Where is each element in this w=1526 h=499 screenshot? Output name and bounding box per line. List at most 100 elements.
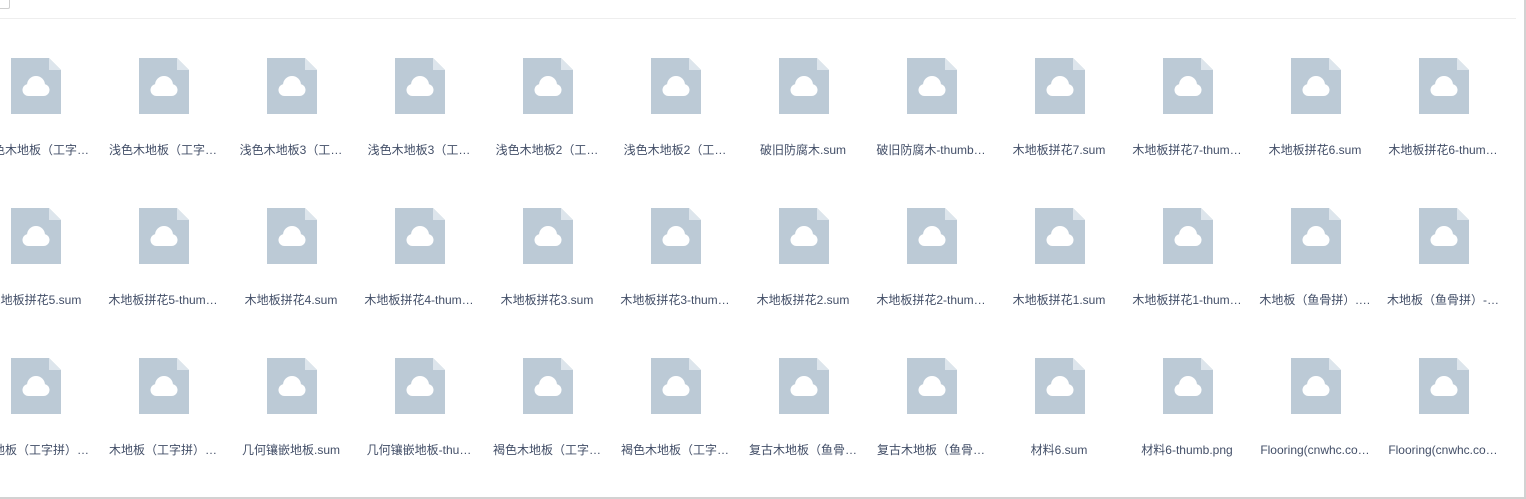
file-name-label: 木地板拼花7-thum…	[1132, 143, 1242, 157]
cloud-file-icon	[139, 208, 189, 264]
file-name-label: 材料6-thumb.png	[1141, 443, 1233, 457]
file-item[interactable]: 木地板拼花4-thum…	[355, 200, 483, 316]
file-name-label: 木地板拼花4.sum	[244, 293, 338, 307]
file-name-label: Flooring(cnwhc.co…	[1388, 443, 1498, 457]
cloud-file-icon	[779, 208, 829, 264]
cloud-file-icon	[11, 208, 61, 264]
file-name-label: 木地板拼花1.sum	[1012, 293, 1106, 307]
cloud-file-icon	[1419, 358, 1469, 414]
file-item[interactable]: 材料6-thumb.png	[1123, 350, 1251, 466]
file-name-label: 木地板拼花5.sum	[0, 293, 82, 307]
file-name-label: 木地板拼花6-thum…	[1388, 143, 1498, 157]
file-item[interactable]: 浅色木地板3（工…	[355, 50, 483, 166]
cloud-file-icon	[1035, 358, 1085, 414]
file-item[interactable]: 木地板拼花5-thum…	[99, 200, 227, 316]
file-name-label: 木地板拼花3-thum…	[620, 293, 730, 307]
cloud-file-icon	[907, 208, 957, 264]
file-item[interactable]: 木地板拼花4.sum	[227, 200, 355, 316]
cloud-file-icon	[267, 58, 317, 114]
cloud-file-icon	[1163, 358, 1213, 414]
cloud-file-icon	[523, 208, 573, 264]
file-item[interactable]: 木地板（鱼骨拼）-…	[1379, 200, 1507, 316]
cloud-file-icon	[395, 58, 445, 114]
file-name-label: 木地板（工字拼）…	[0, 443, 89, 457]
file-name-label: 木地板拼花1-thum…	[1132, 293, 1242, 307]
file-name-label: 浅色木地板3（工…	[367, 143, 471, 157]
cloud-file-icon	[139, 358, 189, 414]
file-name-label: 木地板拼花6.sum	[1268, 143, 1362, 157]
file-name-label: 木地板拼花2.sum	[756, 293, 850, 307]
cloud-file-icon	[267, 358, 317, 414]
cloud-file-icon	[11, 358, 61, 414]
file-item[interactable]: 木地板拼花7.sum	[995, 50, 1123, 166]
file-item[interactable]: 木地板拼花6-thum…	[1379, 50, 1507, 166]
cloud-file-icon	[139, 58, 189, 114]
cloud-file-icon	[1035, 58, 1085, 114]
cloud-file-icon	[1163, 58, 1213, 114]
file-item[interactable]: 浅色木地板3（工…	[227, 50, 355, 166]
file-name-label: 复古木地板（鱼骨…	[748, 443, 857, 457]
file-name-label: 浅色木地板3（工…	[239, 143, 343, 157]
file-item[interactable]: 浅色木地板（工字…	[0, 50, 99, 166]
file-item[interactable]: 木地板拼花5.sum	[0, 200, 99, 316]
file-item[interactable]: 木地板拼花3.sum	[483, 200, 611, 316]
cloud-file-icon	[267, 208, 317, 264]
cloud-file-icon	[1419, 208, 1469, 264]
file-item[interactable]: 浅色木地板2（工…	[611, 50, 739, 166]
cloud-file-icon	[651, 58, 701, 114]
cloud-file-icon	[11, 58, 61, 114]
file-item[interactable]: 破旧防腐木-thumb…	[867, 50, 995, 166]
file-name-label: 浅色木地板2（工…	[623, 143, 727, 157]
file-name-label: 破旧防腐木.sum	[759, 143, 846, 157]
file-name-label: 浅色木地板（工字…	[0, 143, 89, 157]
file-item[interactable]: 木地板（工字拼）…	[99, 350, 227, 466]
cloud-file-icon	[1291, 358, 1341, 414]
file-grid: 浅色木地板（工字… 浅色木地板（工字… 浅色木地板3（工… 浅色木地板3（工… 浅色木地…	[0, 0, 1526, 499]
cloud-file-icon	[395, 208, 445, 264]
file-item[interactable]: 破旧防腐木.sum	[739, 50, 867, 166]
file-name-label: 木地板拼花7.sum	[1012, 143, 1106, 157]
file-item[interactable]: 木地板（鱼骨拼）.…	[1251, 200, 1379, 316]
file-item[interactable]: 几何镶嵌地板-thu…	[355, 350, 483, 466]
file-item[interactable]: 木地板拼花2.sum	[739, 200, 867, 316]
cloud-file-icon	[1291, 208, 1341, 264]
file-item[interactable]: 几何镶嵌地板.sum	[227, 350, 355, 466]
file-name-label: Flooring(cnwhc.co…	[1260, 443, 1370, 457]
file-item[interactable]: 褐色木地板（工字…	[611, 350, 739, 466]
cloud-file-icon	[907, 58, 957, 114]
cloud-file-icon	[1163, 208, 1213, 264]
file-name-label: 几何镶嵌地板-thu…	[366, 443, 472, 457]
file-name-label: 复古木地板（鱼骨…	[876, 443, 985, 457]
file-item[interactable]: 木地板拼花1.sum	[995, 200, 1123, 316]
file-item[interactable]: Flooring(cnwhc.co…	[1379, 350, 1507, 466]
file-name-label: 褐色木地板（工字…	[492, 443, 601, 457]
cloud-file-icon	[651, 208, 701, 264]
cloud-file-icon	[907, 358, 957, 414]
cloud-file-icon	[395, 358, 445, 414]
file-name-label: 木地板（工字拼）…	[108, 443, 217, 457]
file-name-label: 浅色木地板2（工…	[495, 143, 599, 157]
file-item[interactable]: 复古木地板（鱼骨…	[739, 350, 867, 466]
file-name-label: 木地板拼花2-thum…	[876, 293, 986, 307]
file-item[interactable]: 浅色木地板2（工…	[483, 50, 611, 166]
file-name-label: 木地板拼花3.sum	[500, 293, 594, 307]
file-item[interactable]: 木地板（工字拼）…	[0, 350, 99, 466]
file-item[interactable]: 木地板拼花2-thum…	[867, 200, 995, 316]
file-name-label: 几何镶嵌地板.sum	[241, 443, 340, 457]
file-item[interactable]: 木地板拼花3-thum…	[611, 200, 739, 316]
file-name-label: 破旧防腐木-thumb…	[876, 143, 986, 157]
file-item[interactable]: 褐色木地板（工字…	[483, 350, 611, 466]
cloud-file-icon	[1291, 58, 1341, 114]
cloud-file-icon	[779, 58, 829, 114]
file-item[interactable]: Flooring(cnwhc.co…	[1251, 350, 1379, 466]
file-item[interactable]: 木地板拼花6.sum	[1251, 50, 1379, 166]
file-item[interactable]: 木地板拼花1-thum…	[1123, 200, 1251, 316]
file-item[interactable]: 浅色木地板（工字…	[99, 50, 227, 166]
file-item[interactable]: 复古木地板（鱼骨…	[867, 350, 995, 466]
file-item[interactable]: 木地板拼花7-thum…	[1123, 50, 1251, 166]
file-name-label: 材料6.sum	[1030, 443, 1088, 457]
cloud-file-icon	[523, 58, 573, 114]
file-name-label: 浅色木地板（工字…	[108, 143, 217, 157]
cloud-file-icon	[1035, 208, 1085, 264]
file-item[interactable]: 材料6.sum	[995, 350, 1123, 466]
